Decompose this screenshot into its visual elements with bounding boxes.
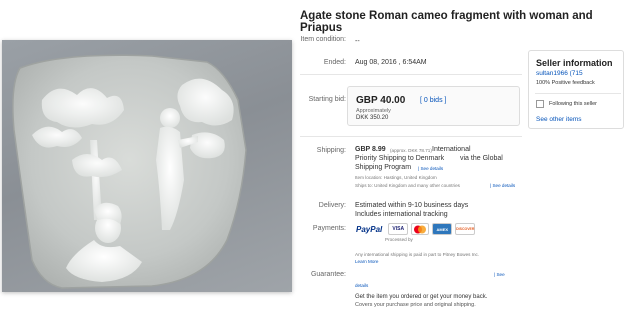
shipping-approx: (approx. DKK 78.71) bbox=[390, 148, 432, 153]
seller-name-link[interactable]: sultan1966 (715 bbox=[536, 70, 583, 77]
visa-icon: VISA bbox=[388, 223, 409, 235]
ended-label: Ended: bbox=[323, 59, 346, 66]
product-image-frame[interactable] bbox=[2, 40, 292, 292]
guarantee-see-link[interactable]: | See bbox=[494, 272, 505, 277]
delivery-tracking: Includes international tracking bbox=[355, 211, 448, 218]
shipping-details-link[interactable]: | See details bbox=[418, 166, 443, 171]
delivery-label: Delivery: bbox=[318, 202, 346, 209]
divider bbox=[300, 136, 522, 137]
paypal-logo: PayPal bbox=[356, 224, 383, 234]
product-photo[interactable] bbox=[2, 40, 292, 292]
ended-value: Aug 08, 2016 , 6:54AM bbox=[355, 59, 427, 66]
seller-feedback: 100% Positive feedback bbox=[536, 80, 595, 86]
shipping-desc-1: International bbox=[432, 146, 471, 153]
follow-seller-checkbox[interactable] bbox=[536, 100, 544, 108]
bid-box: GBP 40.00 Approximately DKK 350.20 [ 0 b… bbox=[347, 86, 520, 126]
price: GBP 40.00 bbox=[356, 95, 406, 106]
payments-label: Payments: bbox=[312, 225, 346, 232]
guarantee-label: Guarantee: bbox=[310, 271, 346, 278]
delivery-value: Estimated within 9-10 business days bbox=[355, 202, 469, 209]
guarantee-text-1: Get the item you ordered or get your mon… bbox=[355, 294, 488, 300]
condition-label: Item condition: bbox=[300, 36, 346, 43]
ships-to-details-link[interactable]: | See details bbox=[490, 183, 515, 188]
shipping-desc-4: Shipping Program bbox=[355, 164, 412, 171]
learn-more-link[interactable]: Learn More bbox=[355, 259, 379, 264]
shipping-price: GBP 8.99 bbox=[355, 146, 386, 153]
condition-value: -- bbox=[355, 38, 360, 45]
shipping-desc-3: via the Global bbox=[460, 155, 503, 162]
starting-bid-label: Starting bid: bbox=[308, 96, 346, 103]
cameo-fragment-image bbox=[12, 54, 247, 289]
processed-by: Processed by bbox=[385, 237, 413, 242]
seller-info-title: Seller information bbox=[536, 58, 613, 68]
shipping-label: Shipping: bbox=[316, 147, 346, 154]
item-location: Item location: Hastings, United Kingdom bbox=[355, 175, 437, 180]
divider bbox=[300, 74, 522, 75]
listing-title: Agate stone Roman cameo fragment with wo… bbox=[300, 10, 593, 34]
mastercard-circles-icon bbox=[414, 225, 427, 233]
amex-icon: AMEX bbox=[432, 223, 453, 235]
bids-link[interactable]: [ 0 bids ] bbox=[420, 97, 446, 104]
guarantee-text-2: Covers your purchase price and original … bbox=[355, 302, 476, 308]
converted-price: DKK 350.20 bbox=[356, 115, 389, 121]
shipping-desc-2: Priority Shipping to Denmark bbox=[355, 155, 445, 162]
divider bbox=[535, 93, 621, 94]
seller-info-panel: Seller information sultan1966 (715 100% … bbox=[528, 50, 624, 129]
payment-methods: PayPal VISA AMEX DISCOVER bbox=[356, 223, 476, 235]
approx-label: Approximately bbox=[356, 108, 391, 114]
guarantee-details-link[interactable]: details bbox=[355, 283, 368, 288]
ships-to: Ships to: United Kingdom and many other … bbox=[355, 183, 460, 188]
follow-seller-label[interactable]: Following this seller bbox=[549, 101, 597, 107]
discover-icon: DISCOVER bbox=[455, 223, 476, 235]
pitney-note: Any international shipping is paid in pa… bbox=[355, 252, 480, 257]
see-other-items-link[interactable]: See other items bbox=[536, 116, 582, 123]
mastercard-icon bbox=[411, 223, 430, 235]
